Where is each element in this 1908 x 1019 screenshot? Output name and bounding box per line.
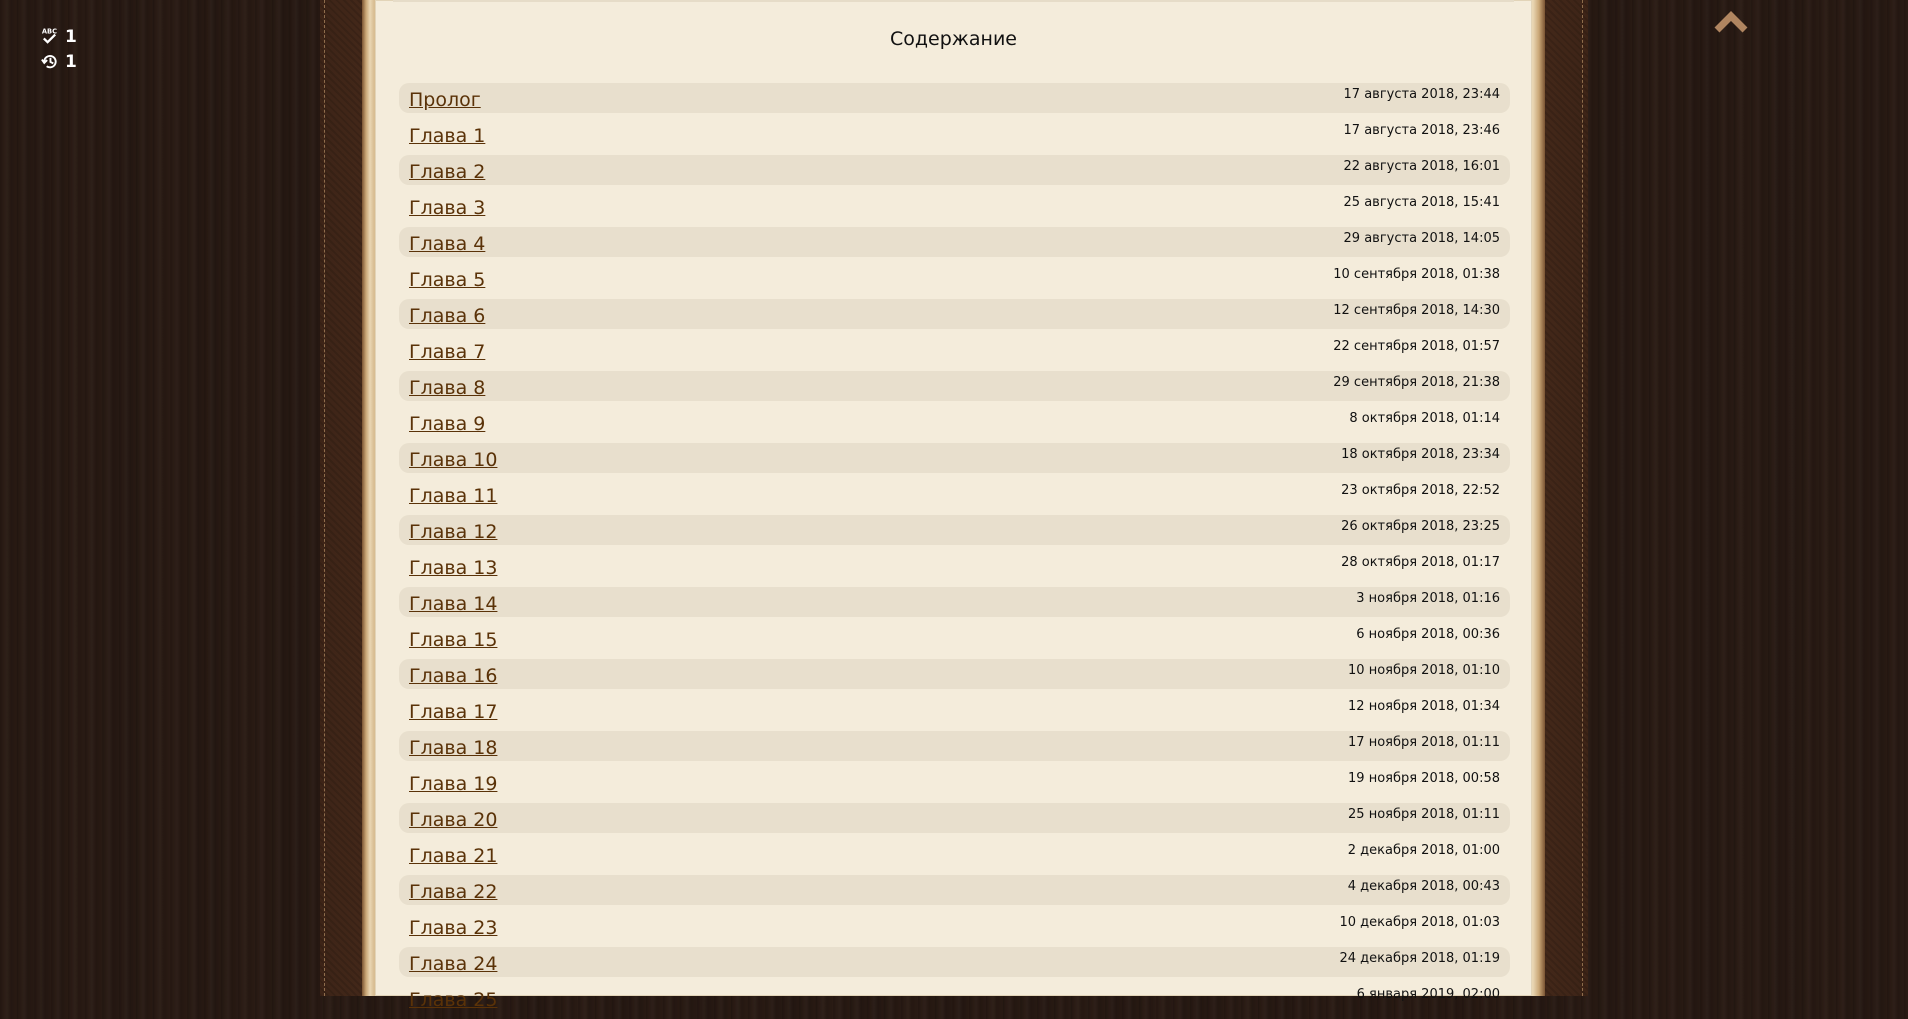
chapter-link[interactable]: Глава 14	[409, 593, 497, 615]
toc-row: Глава 6 12 сентября 2018, 14:30	[399, 299, 1510, 329]
chapter-link[interactable]: Глава 2	[409, 161, 485, 183]
history-count: 1	[65, 51, 77, 72]
chapter-link[interactable]: Глава 17	[409, 701, 497, 723]
chapter-link[interactable]: Глава 11	[409, 485, 497, 507]
chevron-up-icon	[1714, 11, 1748, 33]
chapter-date: 6 ноября 2018, 00:36	[1356, 627, 1500, 642]
chapter-link[interactable]: Глава 8	[409, 377, 485, 399]
chapter-date: 23 октября 2018, 22:52	[1341, 483, 1500, 498]
toc-row: Глава 18 17 ноября 2018, 01:11	[399, 731, 1510, 761]
chapter-link[interactable]: Глава 7	[409, 341, 485, 363]
chapter-link[interactable]: Глава 18	[409, 737, 497, 759]
history-counter: 1	[40, 49, 77, 74]
chapter-date: 17 августа 2018, 23:44	[1343, 87, 1500, 102]
toc-row: Глава 11 23 октября 2018, 22:52	[399, 479, 1510, 509]
chapter-date: 2 декабря 2018, 01:00	[1347, 843, 1500, 858]
page-counters: ABC 1 1	[40, 24, 77, 74]
toc-row: Глава 14 3 ноября 2018, 01:16	[399, 587, 1510, 617]
toc-row: Глава 7 22 сентября 2018, 01:57	[399, 335, 1510, 365]
toc-row: Глава 17 12 ноября 2018, 01:34	[399, 695, 1510, 725]
toc-row: Глава 25 6 января 2019, 02:00	[399, 983, 1510, 1013]
chapter-date: 29 августа 2018, 14:05	[1343, 231, 1500, 246]
scroll-to-top-button[interactable]	[1713, 8, 1749, 34]
chapter-link[interactable]: Глава 5	[409, 269, 485, 291]
toc-row: Глава 2 22 августа 2018, 16:01	[399, 155, 1510, 185]
toc-row: Глава 1 17 августа 2018, 23:46	[399, 119, 1510, 149]
chapter-link[interactable]: Глава 9	[409, 413, 485, 435]
chapter-link[interactable]: Глава 24	[409, 953, 497, 975]
toc-row: Глава 5 10 сентября 2018, 01:38	[399, 263, 1510, 293]
toc-row: Глава 21 2 декабря 2018, 01:00	[399, 839, 1510, 869]
spellcheck-count: 1	[65, 26, 77, 47]
chapter-link[interactable]: Глава 4	[409, 233, 485, 255]
toc-row: Глава 16 10 ноября 2018, 01:10	[399, 659, 1510, 689]
toc-row: Глава 3 25 августа 2018, 15:41	[399, 191, 1510, 221]
chapter-link[interactable]: Глава 13	[409, 557, 497, 579]
toc-row: Глава 9 8 октября 2018, 01:14	[399, 407, 1510, 437]
toc-row: Глава 12 26 октября 2018, 23:25	[399, 515, 1510, 545]
chapter-link[interactable]: Глава 23	[409, 917, 497, 939]
toc-row: Глава 13 28 октября 2018, 01:17	[399, 551, 1510, 581]
chapter-date: 10 ноября 2018, 01:10	[1348, 663, 1500, 678]
chapter-date: 18 октября 2018, 23:34	[1341, 447, 1500, 462]
chapter-link[interactable]: Глава 10	[409, 449, 497, 471]
chapter-date: 8 октября 2018, 01:14	[1349, 411, 1500, 426]
chapter-date: 4 декабря 2018, 00:43	[1347, 879, 1500, 894]
chapter-date: 25 ноября 2018, 01:11	[1348, 807, 1500, 822]
chapter-date: 3 ноября 2018, 01:16	[1356, 591, 1500, 606]
chapter-date: 10 декабря 2018, 01:03	[1339, 915, 1500, 930]
chapter-date: 26 октября 2018, 23:25	[1341, 519, 1500, 534]
toc-row: Глава 10 18 октября 2018, 23:34	[399, 443, 1510, 473]
spellcheck-icon: ABC	[42, 28, 57, 44]
chapter-date: 12 сентября 2018, 14:30	[1333, 303, 1500, 318]
chapter-link[interactable]: Пролог	[409, 89, 481, 111]
toc-row: Глава 8 29 сентября 2018, 21:38	[399, 371, 1510, 401]
toc-row: Глава 15 6 ноября 2018, 00:36	[399, 623, 1510, 653]
chapter-link[interactable]: Глава 12	[409, 521, 497, 543]
toc-row: Глава 20 25 ноября 2018, 01:11	[399, 803, 1510, 833]
chapter-date: 12 ноября 2018, 01:34	[1348, 699, 1500, 714]
chapter-date: 28 октября 2018, 01:17	[1341, 555, 1500, 570]
chapter-link[interactable]: Глава 20	[409, 809, 497, 831]
chapter-link[interactable]: Глава 25	[409, 989, 497, 1011]
chapter-date: 17 августа 2018, 23:46	[1343, 123, 1500, 138]
chapter-link[interactable]: Глава 6	[409, 305, 485, 327]
chapter-date: 10 сентября 2018, 01:38	[1333, 267, 1500, 282]
chapter-link[interactable]: Глава 15	[409, 629, 497, 651]
chapter-link[interactable]: Глава 1	[409, 125, 485, 147]
toc-row: Глава 23 10 декабря 2018, 01:03	[399, 911, 1510, 941]
chapter-date: 24 декабря 2018, 01:19	[1339, 951, 1500, 966]
chapter-date: 17 ноября 2018, 01:11	[1348, 735, 1500, 750]
chapter-date: 22 августа 2018, 16:01	[1343, 159, 1500, 174]
toc-row: Глава 22 4 декабря 2018, 00:43	[399, 875, 1510, 905]
toc-row: Глава 24 24 декабря 2018, 01:19	[399, 947, 1510, 977]
toc-row: Пролог 17 августа 2018, 23:44	[399, 83, 1510, 113]
history-icon	[41, 55, 57, 69]
chapter-date: 29 сентября 2018, 21:38	[1333, 375, 1500, 390]
content-panel: Содержание Пролог 17 августа 2018, 23:44 Г…	[375, 0, 1532, 1011]
toc-row: Глава 4 29 августа 2018, 14:05	[399, 227, 1510, 257]
toc-list: Пролог 17 августа 2018, 23:44 Глава 1 17 ав…	[399, 83, 1510, 1019]
chapter-link[interactable]: Глава 3	[409, 197, 485, 219]
toc-row: Глава 19 19 ноября 2018, 00:58	[399, 767, 1510, 797]
chapter-link[interactable]: Глава 16	[409, 665, 497, 687]
chapter-link[interactable]: Глава 21	[409, 845, 497, 867]
chapter-date: 22 сентября 2018, 01:57	[1333, 339, 1500, 354]
toc-title: Содержание	[890, 28, 1017, 50]
chapter-link[interactable]: Глава 19	[409, 773, 497, 795]
spellcheck-counter: ABC 1	[40, 24, 77, 49]
chapter-date: 25 августа 2018, 15:41	[1343, 195, 1500, 210]
chapter-date: 19 ноября 2018, 00:58	[1348, 771, 1500, 786]
chapter-link[interactable]: Глава 22	[409, 881, 497, 903]
chapter-date: 6 января 2019, 02:00	[1356, 987, 1500, 1002]
